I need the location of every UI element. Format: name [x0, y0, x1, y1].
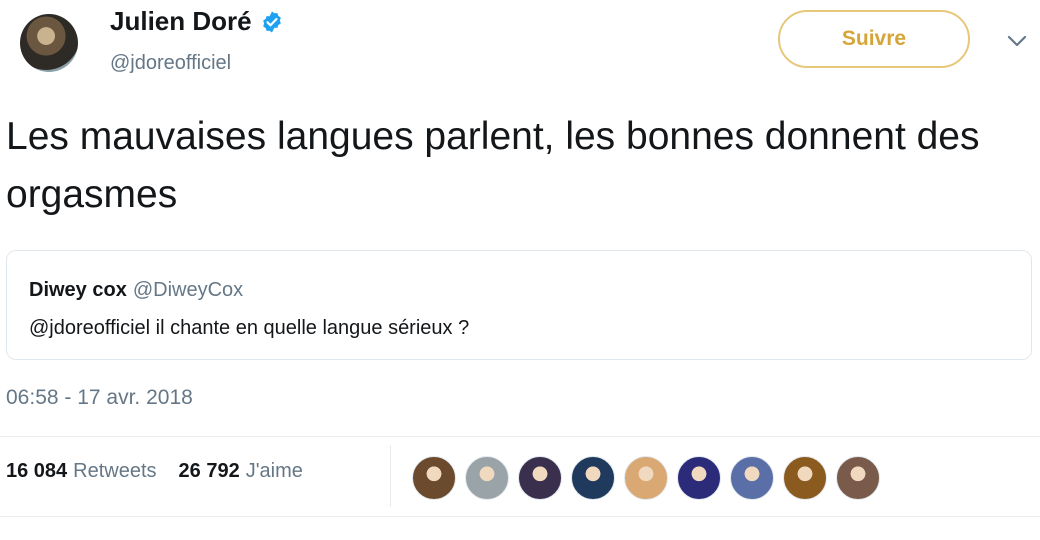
tweet-header: Julien Doré @jdoreofficiel Suivre [0, 0, 1040, 90]
liker-avatar[interactable] [624, 456, 668, 500]
quoted-author-handle: @DiweyCox [132, 279, 244, 301]
likes-label: J'aime [245, 460, 303, 482]
author-avatar[interactable] [20, 14, 78, 72]
liker-avatar[interactable] [571, 456, 615, 500]
quoted-tweet-card[interactable]: Diwey cox @DiweyCox @jdoreofficiel il cha… [6, 250, 1032, 360]
liker-avatar[interactable] [412, 456, 456, 500]
liker-avatar[interactable] [465, 456, 509, 500]
quoted-tweet-text: @jdoreofficiel il chante en quelle langu… [29, 317, 470, 339]
likes-stat[interactable]: 26 792 J'aime [179, 460, 303, 483]
quoted-tweet-header: Diwey cox @DiweyCox [29, 279, 243, 302]
liker-avatar[interactable] [677, 456, 721, 500]
stats-separator [390, 445, 391, 507]
author-handle[interactable]: @jdoreofficiel [110, 52, 231, 75]
likes-count: 26 792 [178, 460, 240, 482]
liker-avatars [412, 456, 889, 500]
divider [0, 516, 1040, 517]
liker-avatar[interactable] [836, 456, 880, 500]
liker-avatar[interactable] [783, 456, 827, 500]
retweets-label: Retweets [73, 460, 157, 482]
tweet-timestamp[interactable]: 06:58 - 17 avr. 2018 [6, 386, 193, 410]
chevron-down-icon[interactable] [1004, 30, 1030, 52]
author-display-name[interactable]: Julien Doré [110, 6, 252, 37]
tweet-text: Les mauvaises langues parlent, les bonne… [6, 115, 980, 216]
author-name-row: Julien Doré [110, 6, 284, 37]
tweet-stats: 16 084 Retweets 26 792 J'aime [6, 460, 303, 483]
liker-avatar[interactable] [518, 456, 562, 500]
tweet-actions-bar [0, 520, 1040, 540]
quoted-author-name: Diwey cox [29, 279, 127, 301]
follow-button[interactable]: Suivre [778, 10, 970, 68]
retweets-count: 16 084 [6, 460, 68, 482]
retweets-stat[interactable]: 16 084 Retweets [6, 460, 157, 483]
liker-avatar[interactable] [730, 456, 774, 500]
verified-badge-icon [262, 11, 281, 32]
divider [0, 436, 1040, 437]
